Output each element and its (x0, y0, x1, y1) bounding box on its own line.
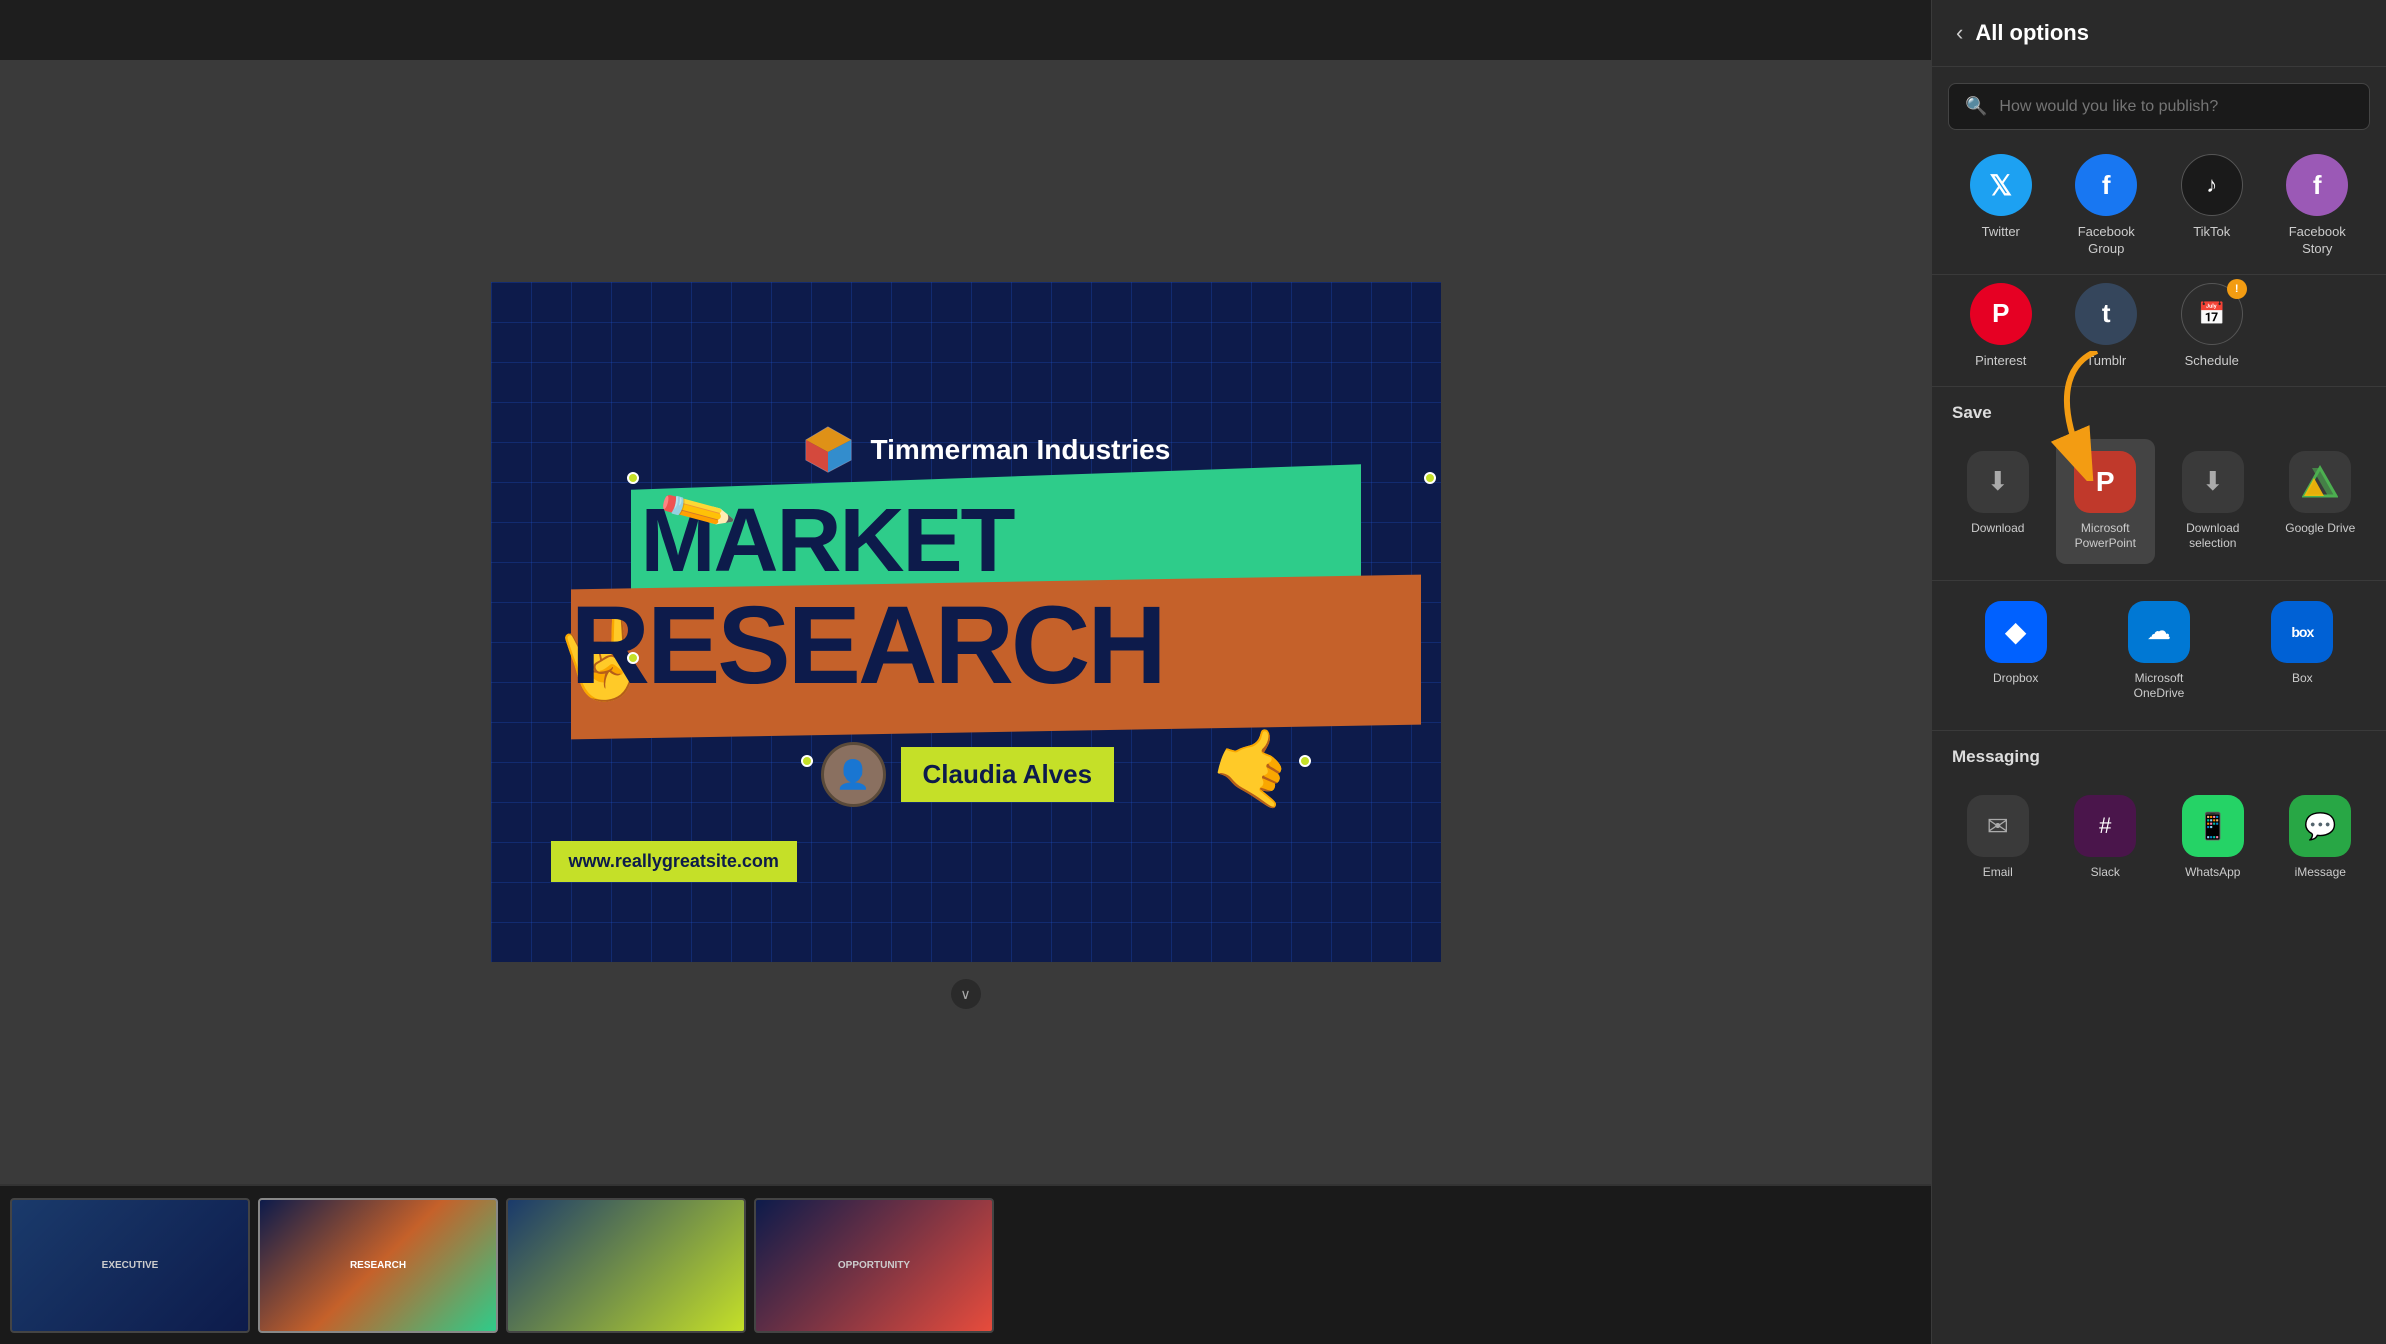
selection-handle-1 (627, 472, 639, 484)
onedrive-icon: ☁ (2128, 601, 2190, 663)
dropbox-icon: ◆ (1985, 601, 2047, 663)
imessage-icon: 💬 (2289, 795, 2351, 857)
twitter-icon: 𝕏 (1970, 154, 2032, 216)
publish-panel: ‹ All options 🔍 𝕏 Twitter f FacebookGrou… (1931, 0, 2386, 1344)
canvas-wrapper: Timmerman Industries MARKET RESEARCH 🤘 ✏… (0, 60, 1931, 1184)
msg-item-imessage[interactable]: 💬 iMessage (2271, 783, 2371, 891)
panel-title: All options (1975, 20, 2089, 46)
download-selection-label: Downloadselection (2186, 521, 2239, 552)
twitter-label: Twitter (1982, 224, 2020, 241)
facebook-group-label: FacebookGroup (2078, 224, 2135, 258)
panel-header: ‹ All options (1932, 0, 2386, 67)
search-icon: 🔍 (1965, 96, 1987, 117)
save-grid: ⬇ Download P MicrosoftPowerPoint ⬇ Downl… (1932, 431, 2386, 581)
film-thumb-3[interactable] (506, 1198, 746, 1333)
google-drive-label: Google Drive (2285, 521, 2355, 537)
msg-item-slack[interactable]: # Slack (2056, 783, 2156, 891)
schedule-icon-wrapper: 📅 ! (2181, 283, 2243, 345)
slack-label: Slack (2091, 865, 2120, 879)
pinterest-label: Pinterest (1975, 353, 2026, 370)
facebook-group-icon: f (2075, 154, 2137, 216)
box-label: Box (2292, 671, 2313, 687)
storage-row: ◆ Dropbox ☁ MicrosoftOneDrive box Box (1932, 581, 2386, 731)
pinterest-icon: P (1970, 283, 2032, 345)
google-drive-svg (2302, 464, 2338, 500)
tumblr-label: Tumblr (2086, 353, 2126, 370)
search-input[interactable] (1999, 98, 2353, 116)
powerpoint-label: MicrosoftPowerPoint (2075, 521, 2136, 552)
search-bar[interactable]: 🔍 (1948, 83, 2370, 130)
download-icon: ⬇ (1967, 451, 2029, 513)
tiktok-label: TikTok (2193, 224, 2230, 241)
powerpoint-icon: P (2074, 451, 2136, 513)
whatsapp-icon: 📱 (2182, 795, 2244, 857)
save-item-download-selection[interactable]: ⬇ Downloadselection (2163, 439, 2263, 564)
research-text: RESEARCH (571, 582, 1164, 709)
slack-icon: # (2074, 795, 2136, 857)
logo-cube-icon (801, 422, 856, 477)
save-item-google-drive[interactable]: Google Drive (2271, 439, 2371, 564)
social-item-twitter[interactable]: 𝕏 Twitter (1956, 154, 2046, 258)
avatar: 👤 (821, 742, 886, 807)
onedrive-label: MicrosoftOneDrive (2134, 671, 2185, 702)
social-item-facebook-story[interactable]: f FacebookStory (2272, 154, 2362, 258)
social-item-tumblr[interactable]: t Tumblr (2061, 283, 2151, 370)
storage-item-onedrive[interactable]: ☁ MicrosoftOneDrive (2091, 589, 2226, 714)
selection-handle-5 (1299, 755, 1311, 767)
facebook-story-icon: f (2286, 154, 2348, 216)
download-selection-icon: ⬇ (2182, 451, 2244, 513)
url-bar: www.reallygreatsite.com (551, 841, 797, 882)
schedule-badge: ! (2227, 279, 2247, 299)
social-row-1: 𝕏 Twitter f FacebookGroup ♪ TikTok f Fac… (1932, 146, 2386, 275)
film-thumb-4[interactable]: OPPORTUNITY (754, 1198, 994, 1333)
top-bar (0, 0, 1931, 60)
social-item-tiktok[interactable]: ♪ TikTok (2167, 154, 2257, 258)
social-item-schedule[interactable]: 📅 ! Schedule (2167, 283, 2257, 370)
tumblr-icon: t (2075, 283, 2137, 345)
messaging-section-header: Messaging (1932, 731, 2386, 775)
name-tag: Claudia Alves (901, 747, 1115, 802)
storage-item-dropbox[interactable]: ◆ Dropbox (1948, 589, 2083, 714)
logo-area: Timmerman Industries (801, 422, 1171, 477)
filmstrip: EXECUTIVE RESEARCH OPPORTUNITY (0, 1184, 1931, 1344)
email-label: Email (1983, 865, 2013, 879)
messaging-grid: ✉ Email # Slack 📱 WhatsApp 💬 iMessage (1932, 775, 2386, 907)
film-thumb-1[interactable]: EXECUTIVE (10, 1198, 250, 1333)
save-item-download[interactable]: ⬇ Download (1948, 439, 2048, 564)
company-name: Timmerman Industries (871, 434, 1171, 466)
save-section-header: Save (1932, 387, 2386, 431)
canvas-area: Timmerman Industries MARKET RESEARCH 🤘 ✏… (0, 0, 1931, 1344)
film-thumb-2[interactable]: RESEARCH (258, 1198, 498, 1333)
social-item-facebook-group[interactable]: f FacebookGroup (2061, 154, 2151, 258)
msg-item-whatsapp[interactable]: 📱 WhatsApp (2163, 783, 2263, 891)
selection-handle-4 (801, 755, 813, 767)
selection-handle-3 (627, 652, 639, 664)
box-icon: box (2271, 601, 2333, 663)
arrow-container: ⬇ Download P MicrosoftPowerPoint ⬇ Downl… (1932, 431, 2386, 581)
msg-item-email[interactable]: ✉ Email (1948, 783, 2048, 891)
download-label: Download (1971, 521, 2024, 537)
name-badge: 👤 Claudia Alves (821, 742, 1115, 807)
social-item-pinterest[interactable]: P Pinterest (1956, 283, 2046, 370)
schedule-label: Schedule (2185, 353, 2239, 370)
imessage-label: iMessage (2295, 865, 2346, 879)
save-item-powerpoint[interactable]: P MicrosoftPowerPoint (2056, 439, 2156, 564)
storage-item-box[interactable]: box Box (2235, 589, 2370, 714)
scroll-indicator[interactable]: ∨ (951, 979, 981, 1009)
tiktok-icon: ♪ (2181, 154, 2243, 216)
selection-handle-2 (1424, 472, 1436, 484)
facebook-story-label: FacebookStory (2289, 224, 2346, 258)
google-drive-icon (2289, 451, 2351, 513)
email-icon: ✉ (1967, 795, 2029, 857)
dropbox-label: Dropbox (1993, 671, 2038, 687)
design-canvas: Timmerman Industries MARKET RESEARCH 🤘 ✏… (491, 282, 1441, 962)
whatsapp-label: WhatsApp (2185, 865, 2240, 879)
social-row-2: P Pinterest t Tumblr 📅 ! Schedule (1932, 275, 2386, 387)
back-button[interactable]: ‹ (1956, 20, 1963, 46)
